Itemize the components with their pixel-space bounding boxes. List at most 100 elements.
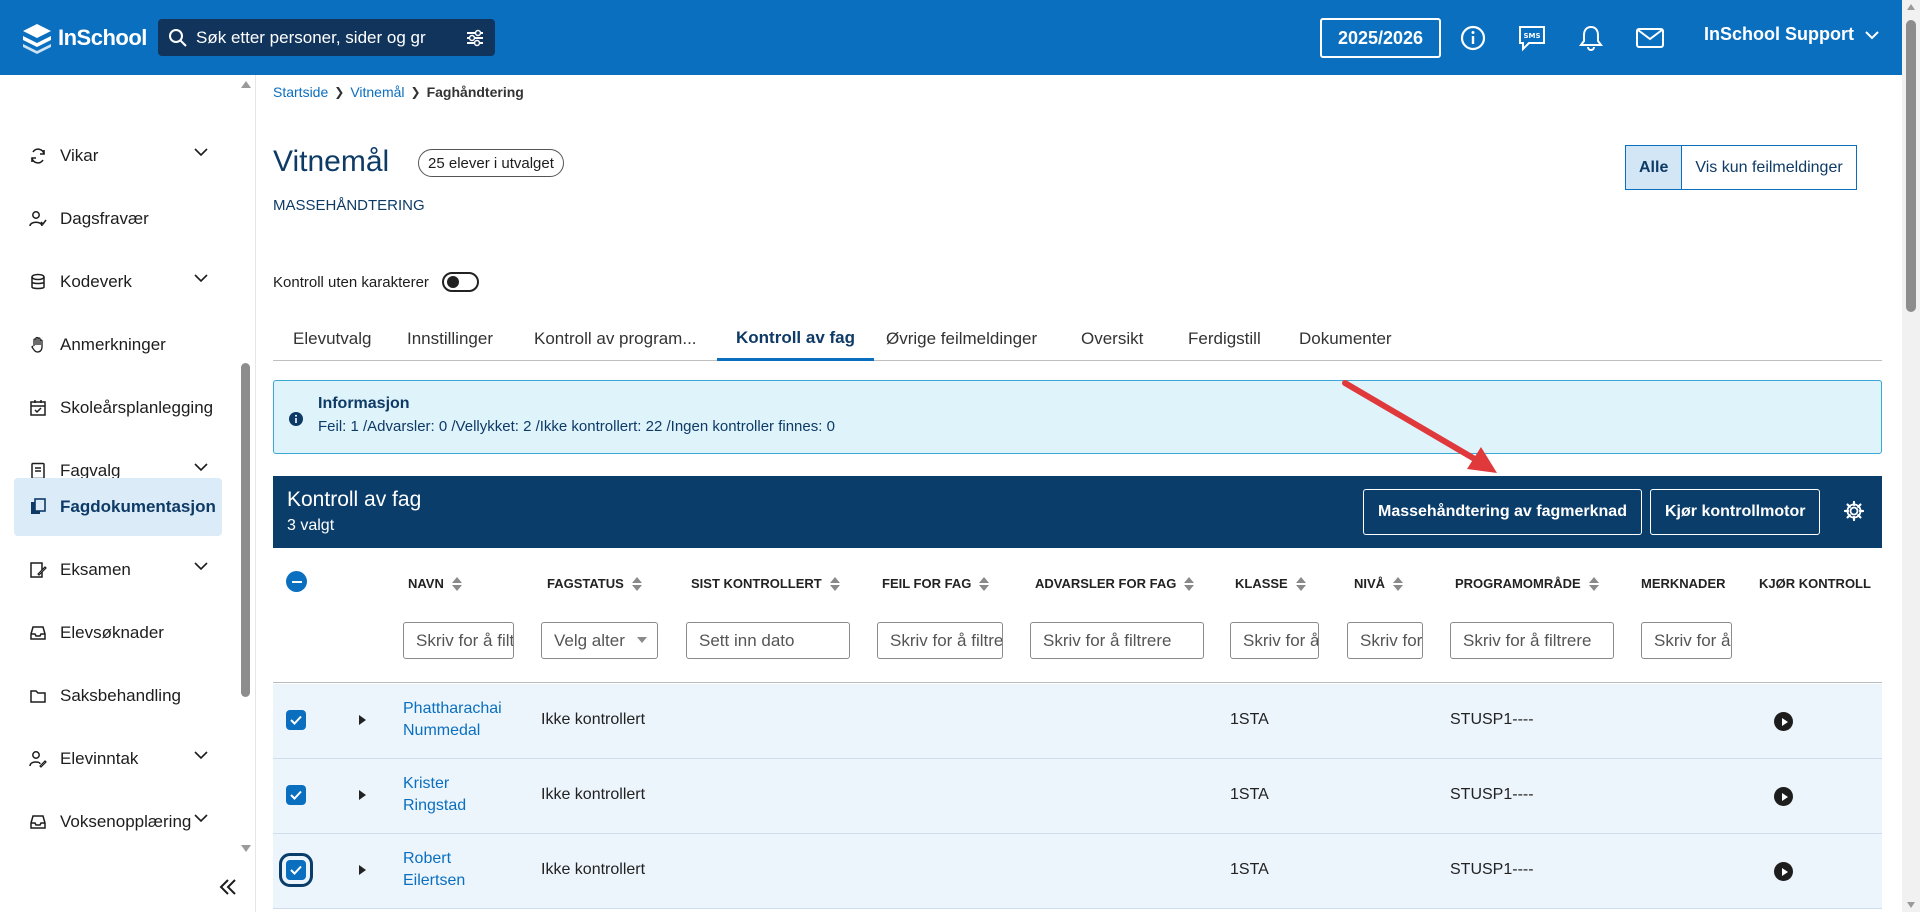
filter-feil-input[interactable]: Skriv for å filtrere [877, 622, 1003, 659]
tab-innstillinger[interactable]: Innstillinger [407, 317, 493, 361]
filter-klasse-input[interactable]: Skriv for å filtrere [1230, 622, 1319, 659]
inbox-icon [28, 812, 48, 832]
user-menu[interactable]: InSchool Support [1704, 24, 1880, 45]
column-feil-for-fag[interactable]: FEIL FOR FAG [882, 576, 990, 591]
sort-icon [451, 576, 462, 591]
select-all-checkbox[interactable] [286, 571, 307, 592]
mass-handling-button[interactable]: Massehåndtering av fagmerknad [1363, 489, 1642, 535]
scroll-up-icon[interactable] [1907, 4, 1915, 10]
table-row[interactable]: Krister Ringstad Ikke kontrollert 1STA ST… [273, 759, 1882, 834]
play-icon[interactable] [1774, 787, 1793, 806]
breadcrumb-home[interactable]: Startside [273, 84, 328, 100]
gear-icon[interactable] [1843, 500, 1865, 522]
tab-kontroll-av-program[interactable]: Kontroll av program... [534, 317, 697, 361]
person-edit-icon [28, 749, 48, 769]
scrollbar-thumb[interactable] [1906, 20, 1916, 312]
breadcrumb-parent[interactable]: Vitnemål [350, 84, 404, 100]
filter-advarsler-input[interactable]: Skriv for å filtrere [1030, 622, 1204, 659]
sidebar-item-anmerkninger[interactable]: Anmerkninger [14, 316, 222, 374]
info-text: Feil: 1 /Advarsler: 0 /Vellykket: 2 /Ikk… [318, 418, 835, 435]
sidebar-item-elevinntak[interactable]: Elevinntak [14, 730, 222, 788]
expand-row-icon[interactable] [359, 865, 366, 875]
sidebar-item-vikar[interactable]: Vikar [14, 127, 222, 185]
filter-merknader-input[interactable]: Skriv for å filtrere [1641, 622, 1732, 659]
sidebar-item-fagdokumentasjon[interactable]: Fagdokumentasjon [14, 478, 222, 536]
column-fagstatus[interactable]: FAGSTATUS [547, 576, 642, 591]
student-name-link[interactable]: Phattharachai Nummedal [403, 698, 518, 742]
row-checkbox[interactable] [279, 853, 313, 887]
bell-icon[interactable] [1576, 23, 1606, 53]
app-logo[interactable]: InSchool [20, 21, 147, 55]
row-checkbox[interactable] [286, 710, 306, 730]
tab-kontroll-av-fag[interactable]: Kontroll av fag [717, 317, 875, 361]
filter-niva-input[interactable]: Skriv for å filtrere [1347, 622, 1423, 659]
programomrade-cell: STUSP1---- [1450, 861, 1534, 878]
sidebar-item-dagsfravaer[interactable]: Dagsfravær [14, 190, 222, 248]
tab-oversikt[interactable]: Oversikt [1081, 317, 1143, 361]
tab-dokumenter[interactable]: Dokumenter [1299, 317, 1392, 361]
student-name-link[interactable]: Robert Eilertsen [403, 848, 518, 892]
school-year-button[interactable]: 2025/2026 [1320, 18, 1441, 58]
column-niva[interactable]: NIVÅ [1354, 576, 1404, 591]
play-icon[interactable] [1774, 712, 1793, 731]
sidebar-item-skolearsplanlegging[interactable]: Skoleårsplanlegging [14, 379, 222, 437]
scroll-down-icon[interactable] [241, 845, 251, 852]
sort-icon [979, 576, 990, 591]
expand-row-icon[interactable] [359, 715, 366, 725]
fagstatus-cell: Ikke kontrollert [541, 786, 646, 803]
klasse-cell: 1STA [1230, 786, 1269, 803]
row-checkbox[interactable] [286, 785, 306, 805]
scroll-down-icon[interactable] [1907, 902, 1915, 908]
scroll-up-icon[interactable] [241, 81, 251, 88]
sidebar-item-label: Skoleårsplanlegging [60, 398, 214, 417]
klasse-cell: 1STA [1230, 861, 1269, 878]
info-title: Informasjon [318, 395, 410, 412]
sidebar-item-elevsoknader[interactable]: Elevsøknader [14, 604, 222, 662]
column-advarsler-for-fag[interactable]: ADVARSLER FOR FAG [1035, 576, 1195, 591]
search-bar[interactable]: Søk etter personer, sider og grupper [158, 19, 495, 56]
mail-icon[interactable] [1635, 23, 1665, 53]
expand-row-icon[interactable] [359, 790, 366, 800]
sidebar-item-kodeverk[interactable]: Kodeverk [14, 253, 222, 311]
sidebar-item-voksenopplaering[interactable]: Voksenopplæring [14, 793, 222, 851]
page-subtitle: MASSEHÅNDTERING [273, 197, 425, 214]
filter-navn-input[interactable]: Skriv for å filtrere [403, 622, 514, 659]
sidebar-scrollbar[interactable] [238, 75, 254, 855]
tab-ovrige-feilmeldinger[interactable]: Øvrige feilmeldinger [886, 317, 1037, 361]
filter-all-button[interactable]: Alle [1625, 145, 1683, 190]
collapse-sidebar-icon[interactable] [218, 875, 238, 903]
sidebar-item-label: Fagdokumentasjon [60, 497, 216, 516]
control-without-grades-toggle[interactable] [441, 272, 479, 292]
search-input[interactable]: Søk etter personer, sider og grupper [196, 28, 426, 48]
sort-icon [1393, 576, 1404, 591]
student-name-link[interactable]: Krister Ringstad [403, 773, 518, 817]
column-navn[interactable]: NAVN [408, 576, 462, 591]
filter-dato-input[interactable]: Sett inn dato [686, 622, 850, 659]
filter-program-input[interactable]: Skriv for å filtrere [1450, 622, 1614, 659]
column-programomrade[interactable]: PROGRAMOMRÅDE [1455, 576, 1599, 591]
tab-elevutvalg[interactable]: Elevutvalg [293, 317, 371, 361]
table-row[interactable]: Robert Eilertsen Ikke kontrollert 1STA ST… [273, 834, 1882, 909]
filter-settings-icon[interactable] [465, 29, 485, 47]
table-row[interactable]: Phattharachai Nummedal Ikke kontrollert 1… [273, 684, 1882, 759]
run-control-engine-button[interactable]: Kjør kontrollmotor [1650, 489, 1821, 535]
sidebar-scrollbar-thumb[interactable] [241, 363, 250, 697]
chevron-down-icon [1865, 30, 1879, 39]
column-klasse[interactable]: KLASSE [1235, 576, 1306, 591]
chevron-right-icon: ❯ [410, 85, 421, 99]
chevron-down-icon [194, 814, 208, 823]
sort-icon [1184, 576, 1195, 591]
tab-ferdigstill[interactable]: Ferdigstill [1188, 317, 1261, 361]
page-scrollbar[interactable] [1902, 0, 1920, 912]
sidebar-item-eksamen[interactable]: Eksamen [14, 541, 222, 599]
info-icon[interactable] [1458, 23, 1488, 53]
filter-errors-button[interactable]: Vis kun feilmeldinger [1682, 145, 1857, 190]
sidebar-item-label: Kodeverk [60, 272, 132, 291]
play-icon[interactable] [1774, 862, 1793, 881]
sms-icon[interactable]: SMS [1517, 23, 1547, 53]
filter-fagstatus-select[interactable]: Velg alternativ [541, 622, 658, 659]
info-icon [289, 412, 303, 426]
table-title: Kontroll av fag [287, 488, 422, 511]
sidebar-item-saksbehandling[interactable]: Saksbehandling [14, 667, 222, 725]
column-sist-kontrollert[interactable]: SIST KONTROLLERT [691, 576, 840, 591]
